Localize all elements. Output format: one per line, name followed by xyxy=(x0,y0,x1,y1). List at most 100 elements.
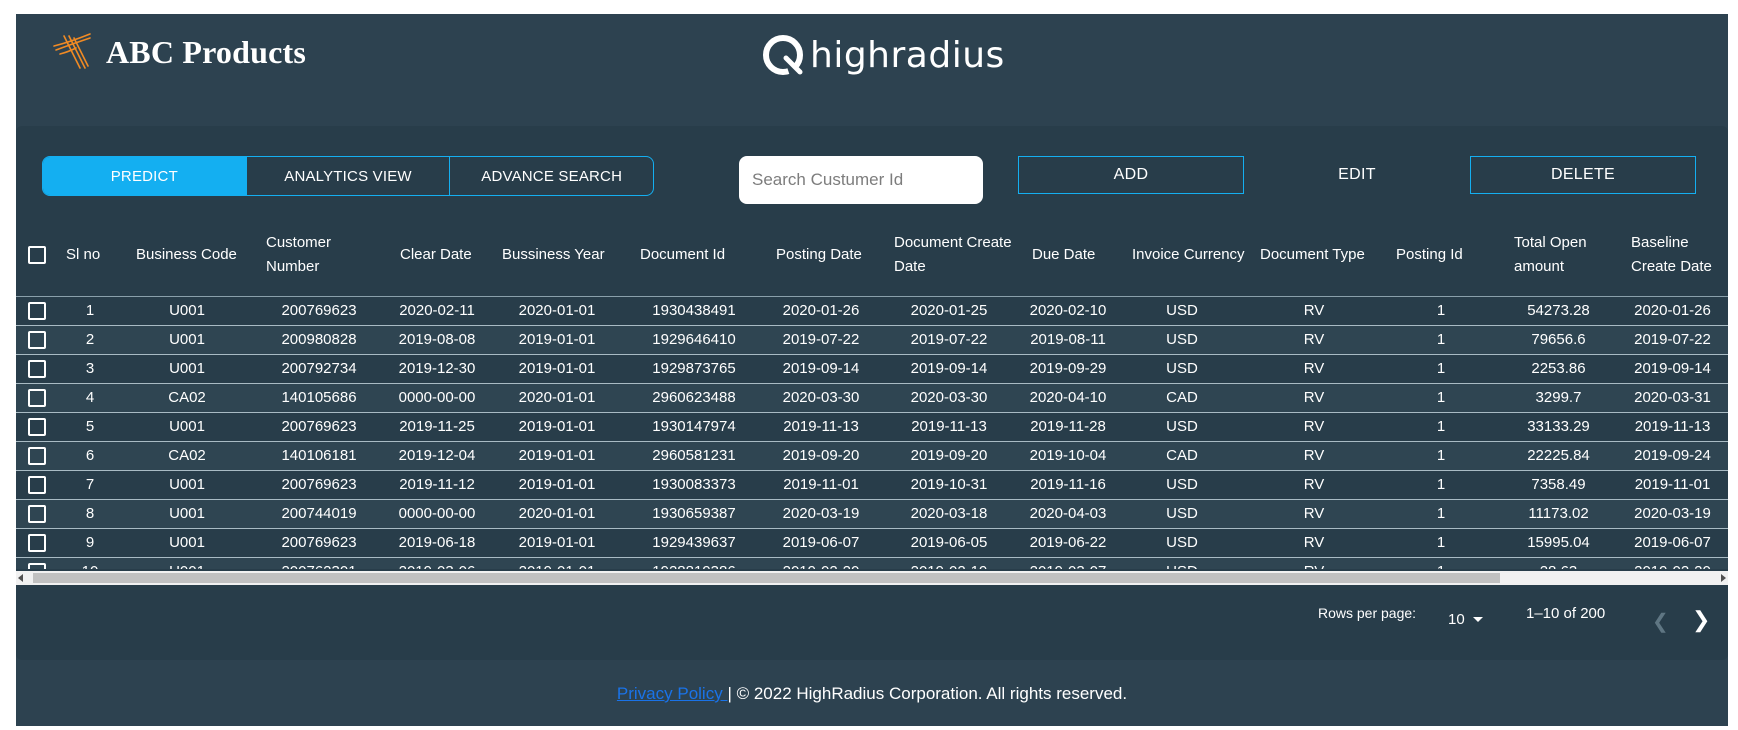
table-cell: USD xyxy=(1118,557,1246,569)
tab-advance-search[interactable]: ADVANCE SEARCH xyxy=(450,157,653,195)
highradius-mark-icon xyxy=(763,35,804,76)
table-cell: 2019-09-14 xyxy=(880,354,1018,384)
chevron-left-icon[interactable]: ❮ xyxy=(1652,609,1669,634)
row-checkbox[interactable] xyxy=(28,301,46,320)
table-cell: 1930438491 xyxy=(626,296,762,326)
column-header: Document Type xyxy=(1246,214,1382,297)
table-cell: U001 xyxy=(122,325,252,355)
scrollbar-thumb[interactable] xyxy=(33,573,1500,583)
table-cell: 2020-03-30 xyxy=(762,383,880,413)
tab-analytics-view[interactable]: ANALYTICS VIEW xyxy=(247,157,451,195)
table-cell: U001 xyxy=(122,470,252,500)
copyright-text: | © 2022 HighRadius Corporation. All rig… xyxy=(727,684,1128,703)
table-cell: 2020-04-10 xyxy=(1018,383,1118,413)
table-cell: 1 xyxy=(1382,296,1500,326)
search-customer-id-input[interactable] xyxy=(739,156,983,204)
table-cell: 0000-00-00 xyxy=(386,499,488,529)
row-checkbox[interactable] xyxy=(28,446,46,465)
tab-predict[interactable]: PREDICT xyxy=(43,157,247,195)
table-cell: 2019-06-22 xyxy=(1018,528,1118,558)
table-cell: CAD xyxy=(1118,383,1246,413)
table-cell: 200769623 xyxy=(252,470,386,500)
privacy-policy-link[interactable]: Privacy Policy xyxy=(617,684,728,703)
table-cell: 2019-03-06 xyxy=(386,557,488,569)
table-cell: CAD xyxy=(1118,441,1246,471)
delete-button[interactable]: DELETE xyxy=(1470,156,1696,194)
table-cell: 2019-02-20 xyxy=(762,557,880,569)
table-cell: RV xyxy=(1246,296,1382,326)
table-cell: 2020-01-01 xyxy=(488,383,626,413)
rows-per-page-select[interactable]: 10 xyxy=(1448,611,1483,628)
table-cell: 1 xyxy=(58,296,122,326)
table-cell: 2019-11-13 xyxy=(1617,412,1728,442)
scroll-left-arrow-icon[interactable] xyxy=(18,574,23,582)
edit-button[interactable]: EDIT xyxy=(1244,156,1470,194)
table-cell: 2019-11-01 xyxy=(762,470,880,500)
table-row[interactable]: 3 U001 200792734 2019-12-30 2019-01-01 192987… xyxy=(16,354,1728,384)
row-checkbox[interactable] xyxy=(28,533,46,552)
column-header: Posting Date xyxy=(762,214,880,297)
table-row[interactable]: 2 U001 200980828 2019-08-08 2019-01-01 192964… xyxy=(16,325,1728,355)
column-header: Sl no xyxy=(58,214,122,297)
table-cell: RV xyxy=(1246,557,1382,569)
scroll-right-arrow-icon[interactable] xyxy=(1721,574,1726,582)
table-cell: 1929646410 xyxy=(626,325,762,355)
table-cell: CA02 xyxy=(122,441,252,471)
add-button[interactable]: ADD xyxy=(1018,156,1244,194)
highradius-logo: highradius xyxy=(760,32,1005,78)
row-select-cell xyxy=(16,557,58,569)
table-cell: 2019-11-13 xyxy=(880,412,1018,442)
table-cell: U001 xyxy=(122,528,252,558)
row-checkbox[interactable] xyxy=(28,562,46,569)
table-cell: U001 xyxy=(122,296,252,326)
table-cell: 2019-06-18 xyxy=(386,528,488,558)
table-cell: 2020-01-01 xyxy=(488,499,626,529)
table-cell: 2019-08-08 xyxy=(386,325,488,355)
table-cell: 2019-01-01 xyxy=(488,441,626,471)
select-all-checkbox[interactable] xyxy=(28,245,46,264)
data-grid: Sl no Business Code Customer Number Clear D… xyxy=(16,214,1728,569)
table-cell: RV xyxy=(1246,470,1382,500)
table-row[interactable]: 8 U001 200744019 0000-00-00 2020-01-01 193065… xyxy=(16,499,1728,529)
table-cell: 2019-09-20 xyxy=(762,441,880,471)
row-checkbox[interactable] xyxy=(28,388,46,407)
table-cell: 1 xyxy=(1382,441,1500,471)
row-checkbox[interactable] xyxy=(28,504,46,523)
table-cell: 1 xyxy=(1382,499,1500,529)
row-select-cell xyxy=(16,470,58,500)
rows-per-page-value: 10 xyxy=(1448,611,1465,628)
table-row[interactable]: 1 U001 200769623 2020-02-11 2020-01-01 193043… xyxy=(16,296,1728,326)
highradius-logo-text: highradius xyxy=(810,34,1005,76)
table-cell: 2019-12-04 xyxy=(386,441,488,471)
table-cell: U001 xyxy=(122,499,252,529)
table-row[interactable]: 10U0012007623012019-03-062019-01-0119288… xyxy=(16,557,1728,569)
table-row[interactable]: 7 U001 200769623 2019-11-12 2019-01-01 193008… xyxy=(16,470,1728,500)
horizontal-scrollbar[interactable] xyxy=(16,571,1728,585)
table-cell: 8 xyxy=(58,499,122,529)
table-row[interactable]: 5 U001 200769623 2019-11-25 2019-01-01 193014… xyxy=(16,412,1728,442)
column-header: Business Code xyxy=(122,214,252,297)
table-cell: USD xyxy=(1118,412,1246,442)
row-select-cell xyxy=(16,383,58,413)
table-cell: 140106181 xyxy=(252,441,386,471)
row-select-cell xyxy=(16,499,58,529)
table-cell: 2019-11-28 xyxy=(1018,412,1118,442)
row-checkbox[interactable] xyxy=(28,417,46,436)
table-cell: 140105686 xyxy=(252,383,386,413)
table-cell: USD xyxy=(1118,528,1246,558)
column-header: Clear Date xyxy=(386,214,488,297)
table-cell: 6 xyxy=(58,441,122,471)
chevron-right-icon[interactable]: ❯ xyxy=(1692,607,1710,633)
table-row[interactable]: 9 U001 200769623 2019-06-18 2019-01-01 192943… xyxy=(16,528,1728,558)
row-checkbox[interactable] xyxy=(28,359,46,378)
column-header: Customer Number xyxy=(252,214,386,297)
table-cell: 200980828 xyxy=(252,325,386,355)
table-cell: 1 xyxy=(1382,528,1500,558)
table-cell: 15995.04 xyxy=(1500,528,1617,558)
row-checkbox[interactable] xyxy=(28,330,46,349)
row-checkbox[interactable] xyxy=(28,475,46,494)
column-header: Total Open amount xyxy=(1500,214,1617,297)
table-row[interactable]: 4 CA02 140105686 0000-00-00 2020-01-01 296062… xyxy=(16,383,1728,413)
table-cell: U001 xyxy=(122,557,252,569)
table-row[interactable]: 6 CA02 140106181 2019-12-04 2019-01-01 296058… xyxy=(16,441,1728,471)
